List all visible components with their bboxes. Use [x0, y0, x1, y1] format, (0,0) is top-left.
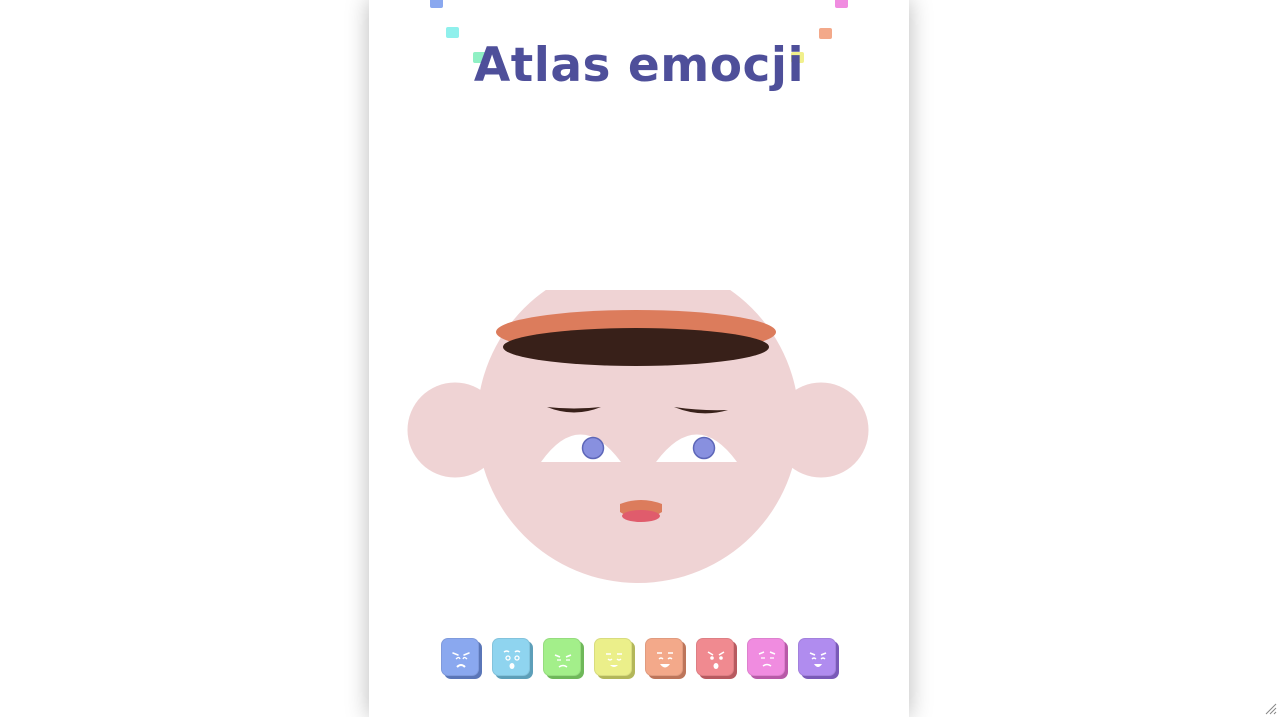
tongue — [622, 510, 660, 522]
app-card: Atlas emocji — [369, 0, 909, 717]
sad-face-icon — [452, 652, 470, 668]
disgusted-face-icon — [554, 654, 572, 668]
right-iris — [692, 436, 716, 460]
angry-face-icon — [707, 651, 725, 669]
face-illustration — [407, 290, 869, 583]
calm-face-icon — [606, 653, 622, 667]
confetti-piece — [446, 27, 459, 38]
surprised-face-icon — [503, 650, 521, 669]
emotion-button-calm[interactable] — [594, 638, 632, 676]
confetti-piece — [835, 0, 848, 8]
emotion-button-disgust[interactable] — [543, 638, 581, 676]
resize-grip-icon[interactable] — [1265, 703, 1277, 715]
emotion-button-joy[interactable] — [645, 638, 683, 676]
emotion-button-sadness[interactable] — [441, 638, 479, 676]
ashamed-face-icon — [758, 651, 776, 667]
happy-face-icon — [657, 652, 673, 668]
emotion-button-pride[interactable] — [798, 638, 836, 676]
emotion-selector — [441, 638, 841, 680]
app-title: Atlas emocji — [473, 38, 805, 93]
emotion-button-anger[interactable] — [696, 638, 734, 676]
hair — [503, 328, 769, 366]
left-iris — [581, 436, 605, 460]
emotion-button-surprise[interactable] — [492, 638, 530, 676]
emotion-button-shame[interactable] — [747, 638, 785, 676]
proud-face-icon — [809, 652, 827, 667]
confetti-piece — [430, 0, 443, 8]
